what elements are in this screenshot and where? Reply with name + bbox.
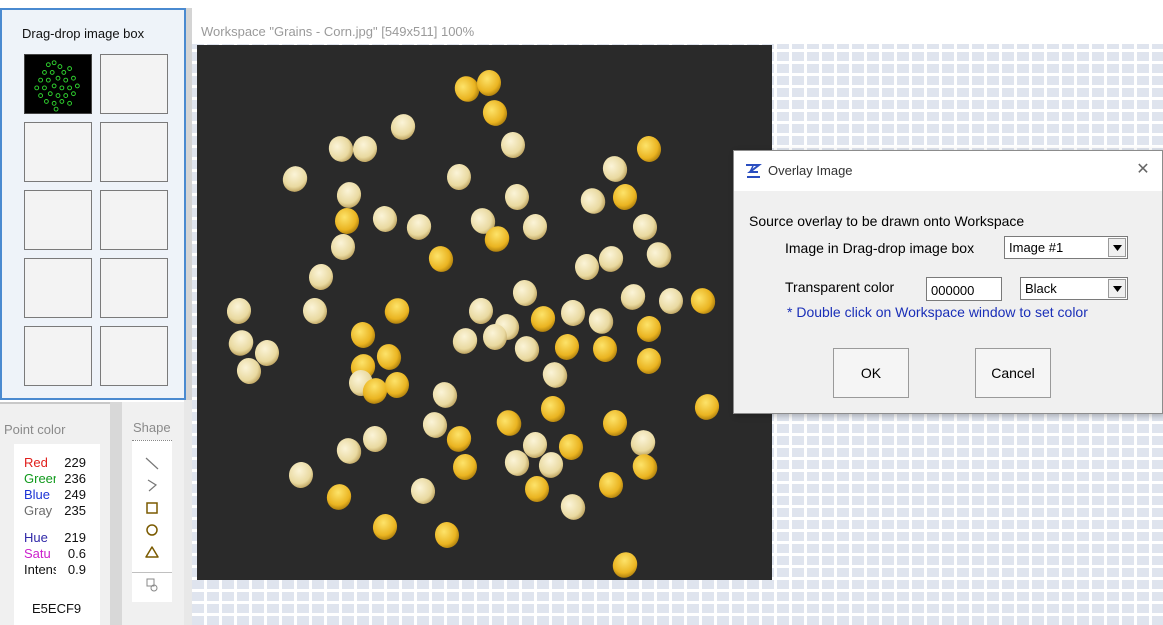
color-hex-value: E5ECF9 [32, 601, 82, 616]
drag-drop-title: Drag-drop image box [22, 26, 145, 41]
dropdown-button[interactable] [1108, 238, 1126, 257]
shape-title: Shape [133, 420, 171, 435]
dropdown-button[interactable] [1108, 279, 1126, 298]
panel-splitter-bottom [184, 400, 192, 625]
shape-toolbox [132, 440, 172, 602]
saturation-row: Satu 0.6 [24, 546, 86, 562]
line-tool[interactable] [138, 453, 166, 473]
polygon-tool[interactable] [138, 542, 166, 562]
dialog-titlebar[interactable]: Overlay Image ✕ [734, 151, 1162, 191]
chevron-down-icon [1112, 285, 1122, 292]
hue-row: Hue 219 [24, 530, 86, 546]
polyline-tool[interactable] [138, 475, 166, 495]
overlay-image-dialog: Overlay Image ✕ Source overlay to be dra… [733, 150, 1163, 414]
dialog-title: Overlay Image [768, 163, 853, 178]
image-slot-10[interactable] [100, 326, 168, 386]
image-slot-3[interactable] [24, 122, 92, 182]
blue-row: Blue 249 [24, 487, 86, 503]
shape-divider [132, 572, 172, 573]
red-value: 229 [64, 455, 86, 470]
point-color-values: Red 229 Green 236 Blue 249 Gray 235 Hue 219 S… [14, 444, 100, 625]
gray-value: 235 [64, 503, 86, 518]
color-name-select[interactable]: Black [1020, 277, 1128, 300]
image-slot-2[interactable] [100, 54, 168, 114]
image-slot-7[interactable] [24, 258, 92, 318]
gray-label: Gray [24, 503, 53, 518]
point-color-title: Point color [4, 422, 66, 437]
image-slot-9[interactable] [24, 326, 92, 386]
polygon-icon [145, 546, 159, 558]
image-slot-6[interactable] [100, 190, 168, 250]
blue-label: Blue [24, 487, 51, 502]
green-value: 236 [64, 471, 86, 486]
intensity-value: 0.9 [67, 562, 86, 577]
shape-panel-gap [110, 402, 122, 625]
image-source-select[interactable]: Image #1 [1004, 236, 1128, 259]
saturation-label: Satu [24, 546, 51, 561]
polyline-icon [147, 479, 158, 492]
image-source-label: Image in Drag-drop image box [785, 240, 975, 256]
corn-kernels-photo [197, 45, 772, 580]
workspace-title: Workspace "Grains - Corn.jpg" [549x511] … [201, 24, 475, 39]
saturation-value: 0.6 [67, 546, 86, 561]
cancel-button[interactable]: Cancel [975, 348, 1051, 398]
image-slot-8[interactable] [100, 258, 168, 318]
image-source-value: Image #1 [1009, 240, 1064, 255]
drag-drop-grid [24, 54, 172, 386]
intensity-label: Intens [24, 562, 56, 577]
intensity-row: Intens 0.9 [24, 562, 86, 578]
fill-tool[interactable] [138, 575, 166, 595]
transparent-color-input[interactable]: 000000 [926, 277, 1002, 301]
red-row: Red 229 [24, 455, 86, 471]
color-name-value: Black [1025, 281, 1057, 296]
corn-kernel [659, 288, 683, 314]
drag-drop-panel: Drag-drop image box [0, 8, 186, 400]
image-slot-1[interactable] [24, 54, 92, 114]
workspace-image[interactable] [197, 45, 772, 580]
transparent-color-label: Transparent color [785, 279, 895, 295]
red-label: Red [24, 455, 48, 470]
green-row: Green 236 [24, 471, 86, 487]
circle-icon [146, 524, 158, 536]
ok-button[interactable]: OK [833, 348, 909, 398]
app-icon [746, 164, 762, 178]
point-color-panel: Point color Red 229 Green 236 Blue 249 Gray… [0, 402, 110, 625]
hue-label: Hue [24, 530, 48, 545]
close-icon[interactable]: ✕ [1132, 159, 1154, 181]
dialog-heading: Source overlay to be drawn onto Workspac… [749, 213, 1025, 229]
hue-value: 219 [64, 530, 86, 545]
green-label: Green [24, 471, 56, 486]
workspace-titlebar: Workspace "Grains - Corn.jpg" [549x511] … [192, 8, 1163, 44]
image-slot-4[interactable] [100, 122, 168, 182]
image-slot-5[interactable] [24, 190, 92, 250]
chevron-down-icon [1112, 244, 1122, 251]
line-icon [145, 457, 159, 470]
rectangle-tool[interactable] [138, 498, 166, 518]
circle-tool[interactable] [138, 520, 166, 540]
thumbnail-image [25, 55, 91, 113]
color-hint-text: * Double click on Workspace window to se… [787, 304, 1088, 320]
fill-icon [146, 578, 158, 592]
gray-row: Gray 235 [24, 503, 86, 519]
shape-panel: Shape [122, 402, 184, 625]
blue-value: 249 [64, 487, 86, 502]
rectangle-icon [146, 502, 158, 514]
